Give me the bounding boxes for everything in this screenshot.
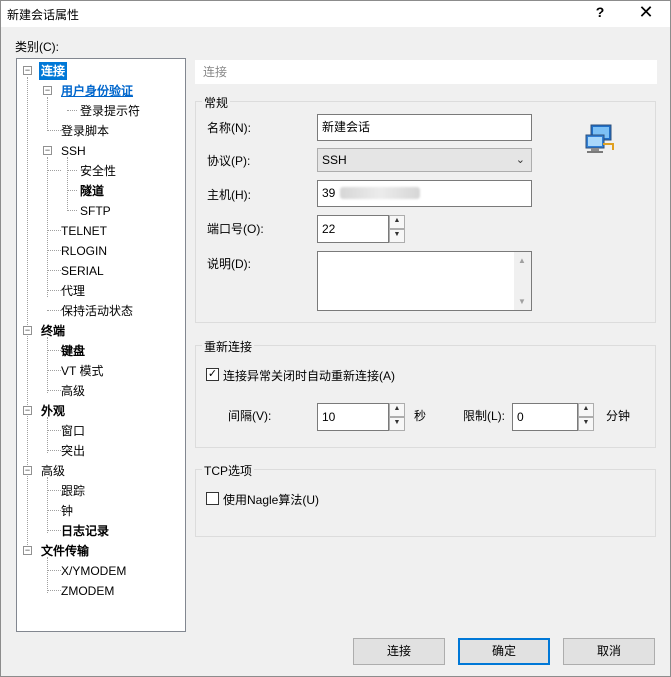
tree-item-keepalive[interactable]: 保持活动状态	[61, 302, 133, 320]
name-field[interactable]: 新建会话	[317, 114, 532, 141]
collapse-connection-icon[interactable]: −	[23, 66, 32, 75]
tree-item-vt-mode[interactable]: VT 模式	[61, 362, 103, 380]
nagle-label: 使用Nagle算法(U)	[223, 493, 320, 507]
protocol-value: SSH	[322, 153, 347, 167]
port-label: 端口号(O):	[207, 222, 264, 236]
tree-item-window[interactable]: 窗口	[61, 422, 85, 440]
protocol-select[interactable]: SSH ⌄	[317, 148, 532, 172]
port-field[interactable]: 22	[317, 215, 389, 243]
limit-up-button[interactable]: ▲	[578, 403, 594, 417]
tree-item-highlight[interactable]: 突出	[61, 442, 85, 460]
tree-item-ssh[interactable]: SSH	[61, 142, 86, 160]
interval-label: 间隔(V):	[228, 409, 272, 423]
interval-field[interactable]: 10	[317, 403, 389, 431]
connect-button[interactable]: 连接	[353, 638, 445, 665]
protocol-label: 协议(P):	[207, 154, 251, 168]
limit-label: 限制(L):	[463, 409, 506, 423]
limit-unit: 分钟	[606, 409, 631, 423]
tree-item-security[interactable]: 安全性	[80, 162, 116, 180]
tree-item-rlogin[interactable]: RLOGIN	[61, 242, 107, 260]
tree-item-file-transfer[interactable]: 文件传输	[41, 542, 89, 560]
ok-button[interactable]: 确定	[458, 638, 550, 665]
title-bar: 新建会话属性 ? ✕	[1, 1, 670, 27]
tree-item-appearance[interactable]: 外观	[41, 402, 65, 420]
section-header: 连接	[195, 60, 657, 84]
tree-item-bell[interactable]: 钟	[61, 502, 73, 520]
collapse-advanced-icon[interactable]: −	[23, 466, 32, 475]
category-tree[interactable]: − − − − − − − 连接 用户身份验证 登录提示符 登录脚本 SSH 安…	[16, 58, 186, 632]
tree-item-logging[interactable]: 日志记录	[61, 522, 109, 540]
auto-reconnect-label: 连接异常关闭时自动重新连接(A)	[223, 369, 395, 383]
tcp-group-title: TCP选项	[202, 462, 255, 479]
host-label: 主机(H):	[207, 188, 251, 202]
limit-down-button[interactable]: ▼	[578, 417, 594, 431]
collapse-auth-icon[interactable]: −	[43, 86, 52, 95]
host-value: 39	[322, 186, 336, 200]
auto-reconnect-checkbox[interactable]: ✓	[206, 368, 219, 381]
chevron-down-icon: ⌄	[515, 154, 525, 166]
window-title: 新建会话属性	[7, 8, 80, 22]
port-up-button[interactable]: ▲	[389, 215, 405, 229]
interval-up-button[interactable]: ▲	[389, 403, 405, 417]
limit-spinner: 0 ▲ ▼	[512, 403, 594, 431]
interval-down-button[interactable]: ▼	[389, 417, 405, 431]
description-label: 说明(D):	[207, 257, 251, 271]
tree-item-advanced[interactable]: 高级	[41, 462, 65, 480]
tree-item-zmodem[interactable]: ZMODEM	[61, 582, 114, 600]
scroll-up-icon[interactable]: ▲	[518, 256, 526, 265]
network-computer-icon	[585, 124, 614, 153]
nagle-checkbox[interactable]	[206, 492, 219, 505]
tree-item-xymodem[interactable]: X/YMODEM	[61, 562, 126, 580]
port-down-button[interactable]: ▼	[389, 229, 405, 243]
description-field[interactable]: ▲ ▼	[317, 251, 532, 311]
reconnect-group: 重新连接	[195, 338, 656, 448]
tree-item-terminal-advanced[interactable]: 高级	[61, 382, 85, 400]
limit-field[interactable]: 0	[512, 403, 578, 431]
tree-item-login-prompt[interactable]: 登录提示符	[80, 102, 140, 120]
tree-item-trace[interactable]: 跟踪	[61, 482, 85, 500]
description-scrollbar[interactable]: ▲ ▼	[514, 252, 531, 310]
port-spinner: 22 ▲ ▼	[317, 215, 405, 243]
close-button[interactable]: ✕	[635, 2, 657, 23]
tree-item-connection[interactable]: 连接	[39, 62, 68, 80]
tree-item-terminal[interactable]: 终端	[41, 322, 65, 340]
tree-item-tunnel[interactable]: 隧道	[80, 182, 104, 200]
collapse-appearance-icon[interactable]: −	[23, 406, 32, 415]
help-button[interactable]: ?	[593, 4, 607, 20]
reconnect-group-title: 重新连接	[202, 338, 255, 355]
tree-item-keyboard[interactable]: 键盘	[61, 342, 85, 360]
category-label: 类别(C):	[15, 40, 59, 54]
scroll-down-icon[interactable]: ▼	[518, 297, 526, 306]
cancel-button[interactable]: 取消	[563, 638, 655, 665]
interval-spinner: 10 ▲ ▼	[317, 403, 405, 431]
redacted-host	[340, 187, 420, 199]
session-properties-dialog: 新建会话属性 ? ✕ 类别(C): − − − − − − − 连接 用户身份验…	[0, 0, 671, 677]
collapse-ssh-icon[interactable]: −	[43, 146, 52, 155]
interval-unit: 秒	[414, 409, 427, 423]
collapse-transfer-icon[interactable]: −	[23, 546, 32, 555]
tree-item-user-auth[interactable]: 用户身份验证	[61, 82, 133, 100]
general-group-title: 常规	[202, 94, 231, 111]
host-field[interactable]: 39	[317, 180, 532, 207]
name-label: 名称(N):	[207, 121, 251, 135]
tree-item-telnet[interactable]: TELNET	[61, 222, 107, 240]
collapse-terminal-icon[interactable]: −	[23, 326, 32, 335]
tree-item-sftp[interactable]: SFTP	[80, 202, 111, 220]
tree-item-login-script[interactable]: 登录脚本	[61, 122, 109, 140]
tree-item-proxy[interactable]: 代理	[61, 282, 85, 300]
tree-item-serial[interactable]: SERIAL	[61, 262, 104, 280]
